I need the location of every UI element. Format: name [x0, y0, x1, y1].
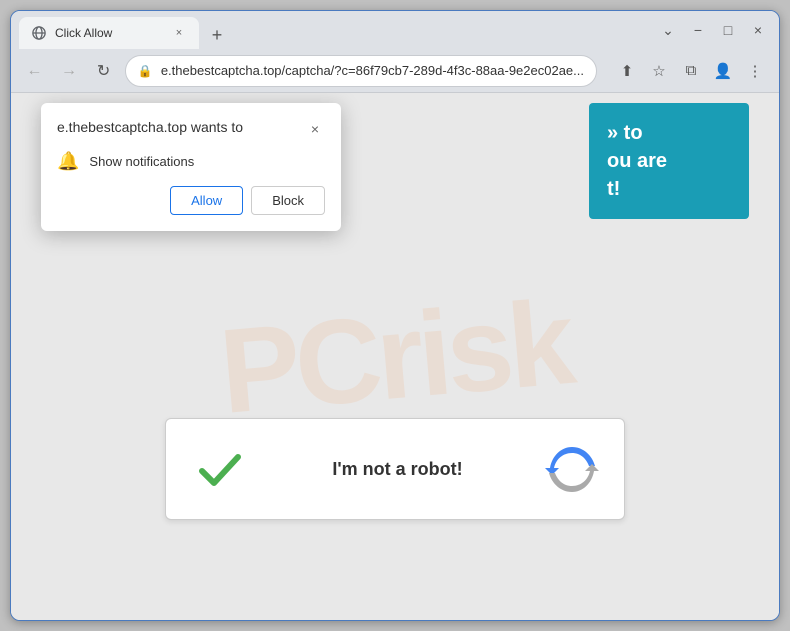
permission-popup: e.thebestcaptcha.top wants to × 🔔 Show n…: [41, 103, 341, 231]
captcha-box: I'm not a robot!: [165, 418, 625, 520]
minimize-button[interactable]: −: [685, 17, 711, 43]
refresh-button[interactable]: ↻: [90, 57, 117, 85]
block-button[interactable]: Block: [251, 186, 325, 215]
tab-area: Click Allow × +: [19, 11, 649, 49]
popup-header: e.thebestcaptcha.top wants to ×: [57, 119, 325, 139]
url-actions: ⬆ ☆ ⧉ 👤 ⋮: [613, 57, 769, 85]
window-controls: ⌄ − □ ×: [655, 17, 771, 43]
tab-title: Click Allow: [55, 26, 163, 40]
address-bar: ← → ↻ 🔒 e.thebestcaptcha.top/captcha/?c=…: [11, 49, 779, 93]
maximize-button[interactable]: □: [715, 17, 741, 43]
popup-close-button[interactable]: ×: [305, 119, 325, 139]
page-content: PCrisk » to ou are t! e.thebestcaptcha.t…: [11, 93, 779, 620]
watermark-text: PCrisk: [215, 273, 576, 441]
browser-tab[interactable]: Click Allow ×: [19, 17, 199, 49]
ad-line1: » to: [607, 119, 731, 147]
forward-button[interactable]: →: [56, 57, 83, 85]
tab-favicon: [31, 25, 47, 41]
url-bar[interactable]: 🔒 e.thebestcaptcha.top/captcha/?c=86f79c…: [125, 55, 597, 87]
browser-window: Click Allow × + ⌄ − □ × ← → ↻ 🔒 e.thebes…: [10, 10, 780, 621]
popup-title: e.thebestcaptcha.top wants to: [57, 119, 243, 135]
recaptcha-logo: [545, 442, 600, 497]
checkmark-icon: [194, 443, 246, 495]
ad-line2: ou are: [607, 147, 731, 175]
captcha-label: I'm not a robot!: [250, 459, 545, 480]
profile-button[interactable]: 👤: [709, 57, 737, 85]
close-window-button[interactable]: ×: [745, 17, 771, 43]
popup-buttons: Allow Block: [57, 186, 325, 215]
bookmark-button[interactable]: ☆: [645, 57, 673, 85]
chevron-up-icon[interactable]: ⌄: [655, 17, 681, 43]
share-button[interactable]: ⬆: [613, 57, 641, 85]
popup-notification-row: 🔔 Show notifications: [57, 151, 325, 172]
notification-label: Show notifications: [89, 154, 194, 169]
title-bar: Click Allow × + ⌄ − □ ×: [11, 11, 779, 49]
menu-button[interactable]: ⋮: [741, 57, 769, 85]
tab-close-button[interactable]: ×: [171, 25, 187, 41]
ad-line3: t!: [607, 175, 731, 203]
lock-icon: 🔒: [138, 64, 153, 78]
bell-icon: 🔔: [57, 151, 79, 172]
url-text: e.thebestcaptcha.top/captcha/?c=86f79cb7…: [161, 63, 584, 78]
checkmark-area: [190, 439, 250, 499]
ad-banner: » to ou are t!: [589, 103, 749, 219]
new-tab-button[interactable]: +: [203, 21, 231, 49]
allow-button[interactable]: Allow: [170, 186, 243, 215]
back-button[interactable]: ←: [21, 57, 48, 85]
split-button[interactable]: ⧉: [677, 57, 705, 85]
